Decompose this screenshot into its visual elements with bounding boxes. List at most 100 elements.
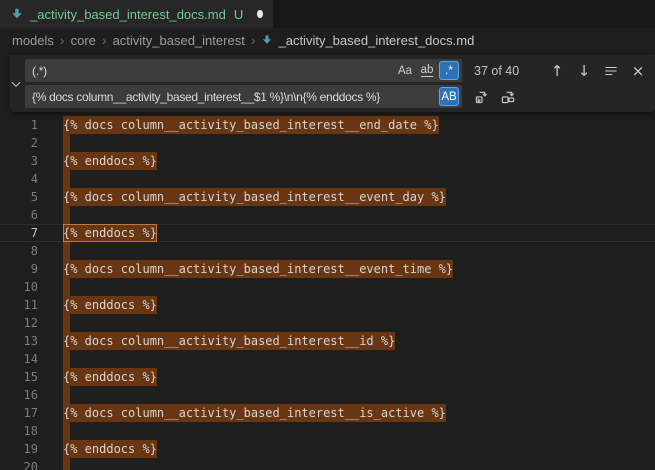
replace-all-button[interactable]	[497, 86, 519, 108]
vscode-window: _activity_based_interest_docs.md U model…	[0, 0, 655, 470]
unsaved-changes-dot-icon[interactable]	[257, 10, 263, 18]
line-number: 3	[0, 152, 38, 170]
line-number: 7	[0, 224, 38, 242]
line-number: 14	[0, 350, 38, 368]
line-number: 20	[0, 458, 38, 470]
line-number: 9	[0, 260, 38, 278]
markdown-file-down-arrow-icon	[10, 7, 24, 21]
find-query-text: (.*)	[32, 64, 393, 78]
search-match: {% docs column__activity_based_interest_…	[63, 260, 453, 278]
code-line-4[interactable]: 4	[0, 170, 655, 188]
markdown-file-down-arrow-icon	[261, 34, 273, 46]
code-line-13[interactable]: 13 {% docs column__activity_based_interes…	[0, 332, 655, 350]
code-line-19[interactable]: 19 {% enddocs %}	[0, 440, 655, 458]
line-number: 8	[0, 242, 38, 260]
match-case-toggle[interactable]: Aa	[395, 61, 415, 80]
search-match: {% enddocs %}	[63, 440, 157, 458]
line-number: 19	[0, 440, 38, 458]
empty-line-match-highlight	[63, 242, 70, 260]
empty-line-match-highlight	[63, 206, 70, 224]
line-number: 5	[0, 188, 38, 206]
breadcrumb-separator: ›	[251, 32, 256, 48]
editor-pane[interactable]: (.*) Aa ab .* 37 of 40 ↑ ↓	[0, 52, 655, 470]
code-line-12[interactable]: 12	[0, 314, 655, 332]
line-number: 18	[0, 422, 38, 440]
toggle-replace-button[interactable]	[10, 55, 22, 112]
tab-active-file[interactable]: _activity_based_interest_docs.md U	[0, 0, 273, 28]
line-number: 15	[0, 368, 38, 386]
find-in-selection-icon	[604, 64, 618, 78]
search-match: {% enddocs %}	[63, 368, 157, 386]
empty-line-match-highlight	[63, 386, 70, 404]
line-number: 17	[0, 404, 38, 422]
line-number: 12	[0, 314, 38, 332]
code-line-10[interactable]: 10	[0, 278, 655, 296]
code-line-18[interactable]: 18	[0, 422, 655, 440]
search-match: {% docs column__activity_based_interest_…	[63, 116, 439, 134]
line-number: 11	[0, 296, 38, 314]
chevron-down-icon	[10, 78, 22, 90]
find-replace-widget: (.*) Aa ab .* 37 of 40 ↑ ↓	[10, 55, 655, 112]
search-match: {% docs column__activity_based_interest_…	[63, 188, 446, 206]
next-match-button[interactable]: ↓	[573, 60, 595, 82]
code-line-16[interactable]: 16	[0, 386, 655, 404]
empty-line-match-highlight	[63, 170, 70, 188]
empty-line-match-highlight	[63, 458, 70, 470]
empty-line-match-highlight	[63, 350, 70, 368]
whole-word-toggle[interactable]: ab	[417, 61, 437, 80]
code-line-8[interactable]: 8	[0, 242, 655, 260]
replace-row: {% docs column__activity_based_interest_…	[25, 85, 649, 108]
previous-match-button[interactable]: ↑	[546, 60, 568, 82]
code-line-9[interactable]: 9 {% docs column__activity_based_interest…	[0, 260, 655, 278]
search-match: {% enddocs %}	[63, 152, 157, 170]
tab-bar: _activity_based_interest_docs.md U	[0, 0, 655, 28]
search-match: {% docs column__activity_based_interest_…	[63, 332, 395, 350]
line-number: 13	[0, 332, 38, 350]
line-number: 16	[0, 386, 38, 404]
replace-button[interactable]	[470, 86, 492, 108]
preserve-case-toggle[interactable]: AB	[439, 87, 459, 106]
code-line-6[interactable]: 6	[0, 206, 655, 224]
code-line-15[interactable]: 15 {% enddocs %}	[0, 368, 655, 386]
breadcrumb-file-label: _activity_based_interest_docs.md	[278, 33, 474, 48]
breadcrumb-item-models[interactable]: models	[12, 33, 54, 48]
code-line-20[interactable]: 20	[0, 458, 655, 470]
line-number: 6	[0, 206, 38, 224]
current-search-match: {% enddocs %}	[63, 224, 157, 242]
code-line-3[interactable]: 3 {% enddocs %}	[0, 152, 655, 170]
code-line-2[interactable]: 2	[0, 134, 655, 152]
breadcrumb: models › core › activity_based_interest …	[0, 28, 655, 52]
code-area[interactable]: 1 {% docs column__activity_based_interest…	[0, 52, 655, 470]
code-line-7[interactable]: 7 {% enddocs %}	[0, 224, 655, 242]
line-number: 1	[0, 116, 38, 134]
code-line-14[interactable]: 14	[0, 350, 655, 368]
git-status-badge: U	[234, 7, 243, 22]
code-line-11[interactable]: 11 {% enddocs %}	[0, 296, 655, 314]
replace-icon	[474, 89, 489, 104]
breadcrumb-item-file[interactable]: _activity_based_interest_docs.md	[261, 33, 474, 48]
code-line-5[interactable]: 5 {% docs column__activity_based_interest…	[0, 188, 655, 206]
line-number: 4	[0, 170, 38, 188]
find-input[interactable]: (.*) Aa ab .*	[25, 59, 462, 82]
breadcrumb-item-core[interactable]: core	[71, 33, 96, 48]
tab-filename: _activity_based_interest_docs.md	[30, 7, 226, 22]
search-match: {% docs column__activity_based_interest_…	[63, 404, 446, 422]
code-line-1[interactable]: 1 {% docs column__activity_based_interest…	[0, 116, 655, 134]
breadcrumb-item-activity-based-interest[interactable]: activity_based_interest	[113, 33, 245, 48]
line-number: 10	[0, 278, 38, 296]
line-number: 2	[0, 134, 38, 152]
search-match: {% enddocs %}	[63, 296, 157, 314]
close-find-widget-button[interactable]: ×	[627, 60, 649, 82]
replace-value-text: {% docs column__activity_based_interest_…	[32, 90, 437, 104]
regex-toggle[interactable]: .*	[439, 61, 459, 80]
breadcrumb-separator: ›	[102, 32, 107, 48]
find-row: (.*) Aa ab .* 37 of 40 ↑ ↓	[25, 59, 649, 82]
code-line-17[interactable]: 17 {% docs column__activity_based_interes…	[0, 404, 655, 422]
empty-line-match-highlight	[63, 422, 70, 440]
empty-line-match-highlight	[63, 314, 70, 332]
find-in-selection-button[interactable]	[600, 60, 622, 82]
replace-all-icon	[501, 89, 516, 104]
find-results-count: 37 of 40	[474, 64, 532, 78]
replace-input[interactable]: {% docs column__activity_based_interest_…	[25, 85, 462, 108]
empty-line-match-highlight	[63, 134, 70, 152]
